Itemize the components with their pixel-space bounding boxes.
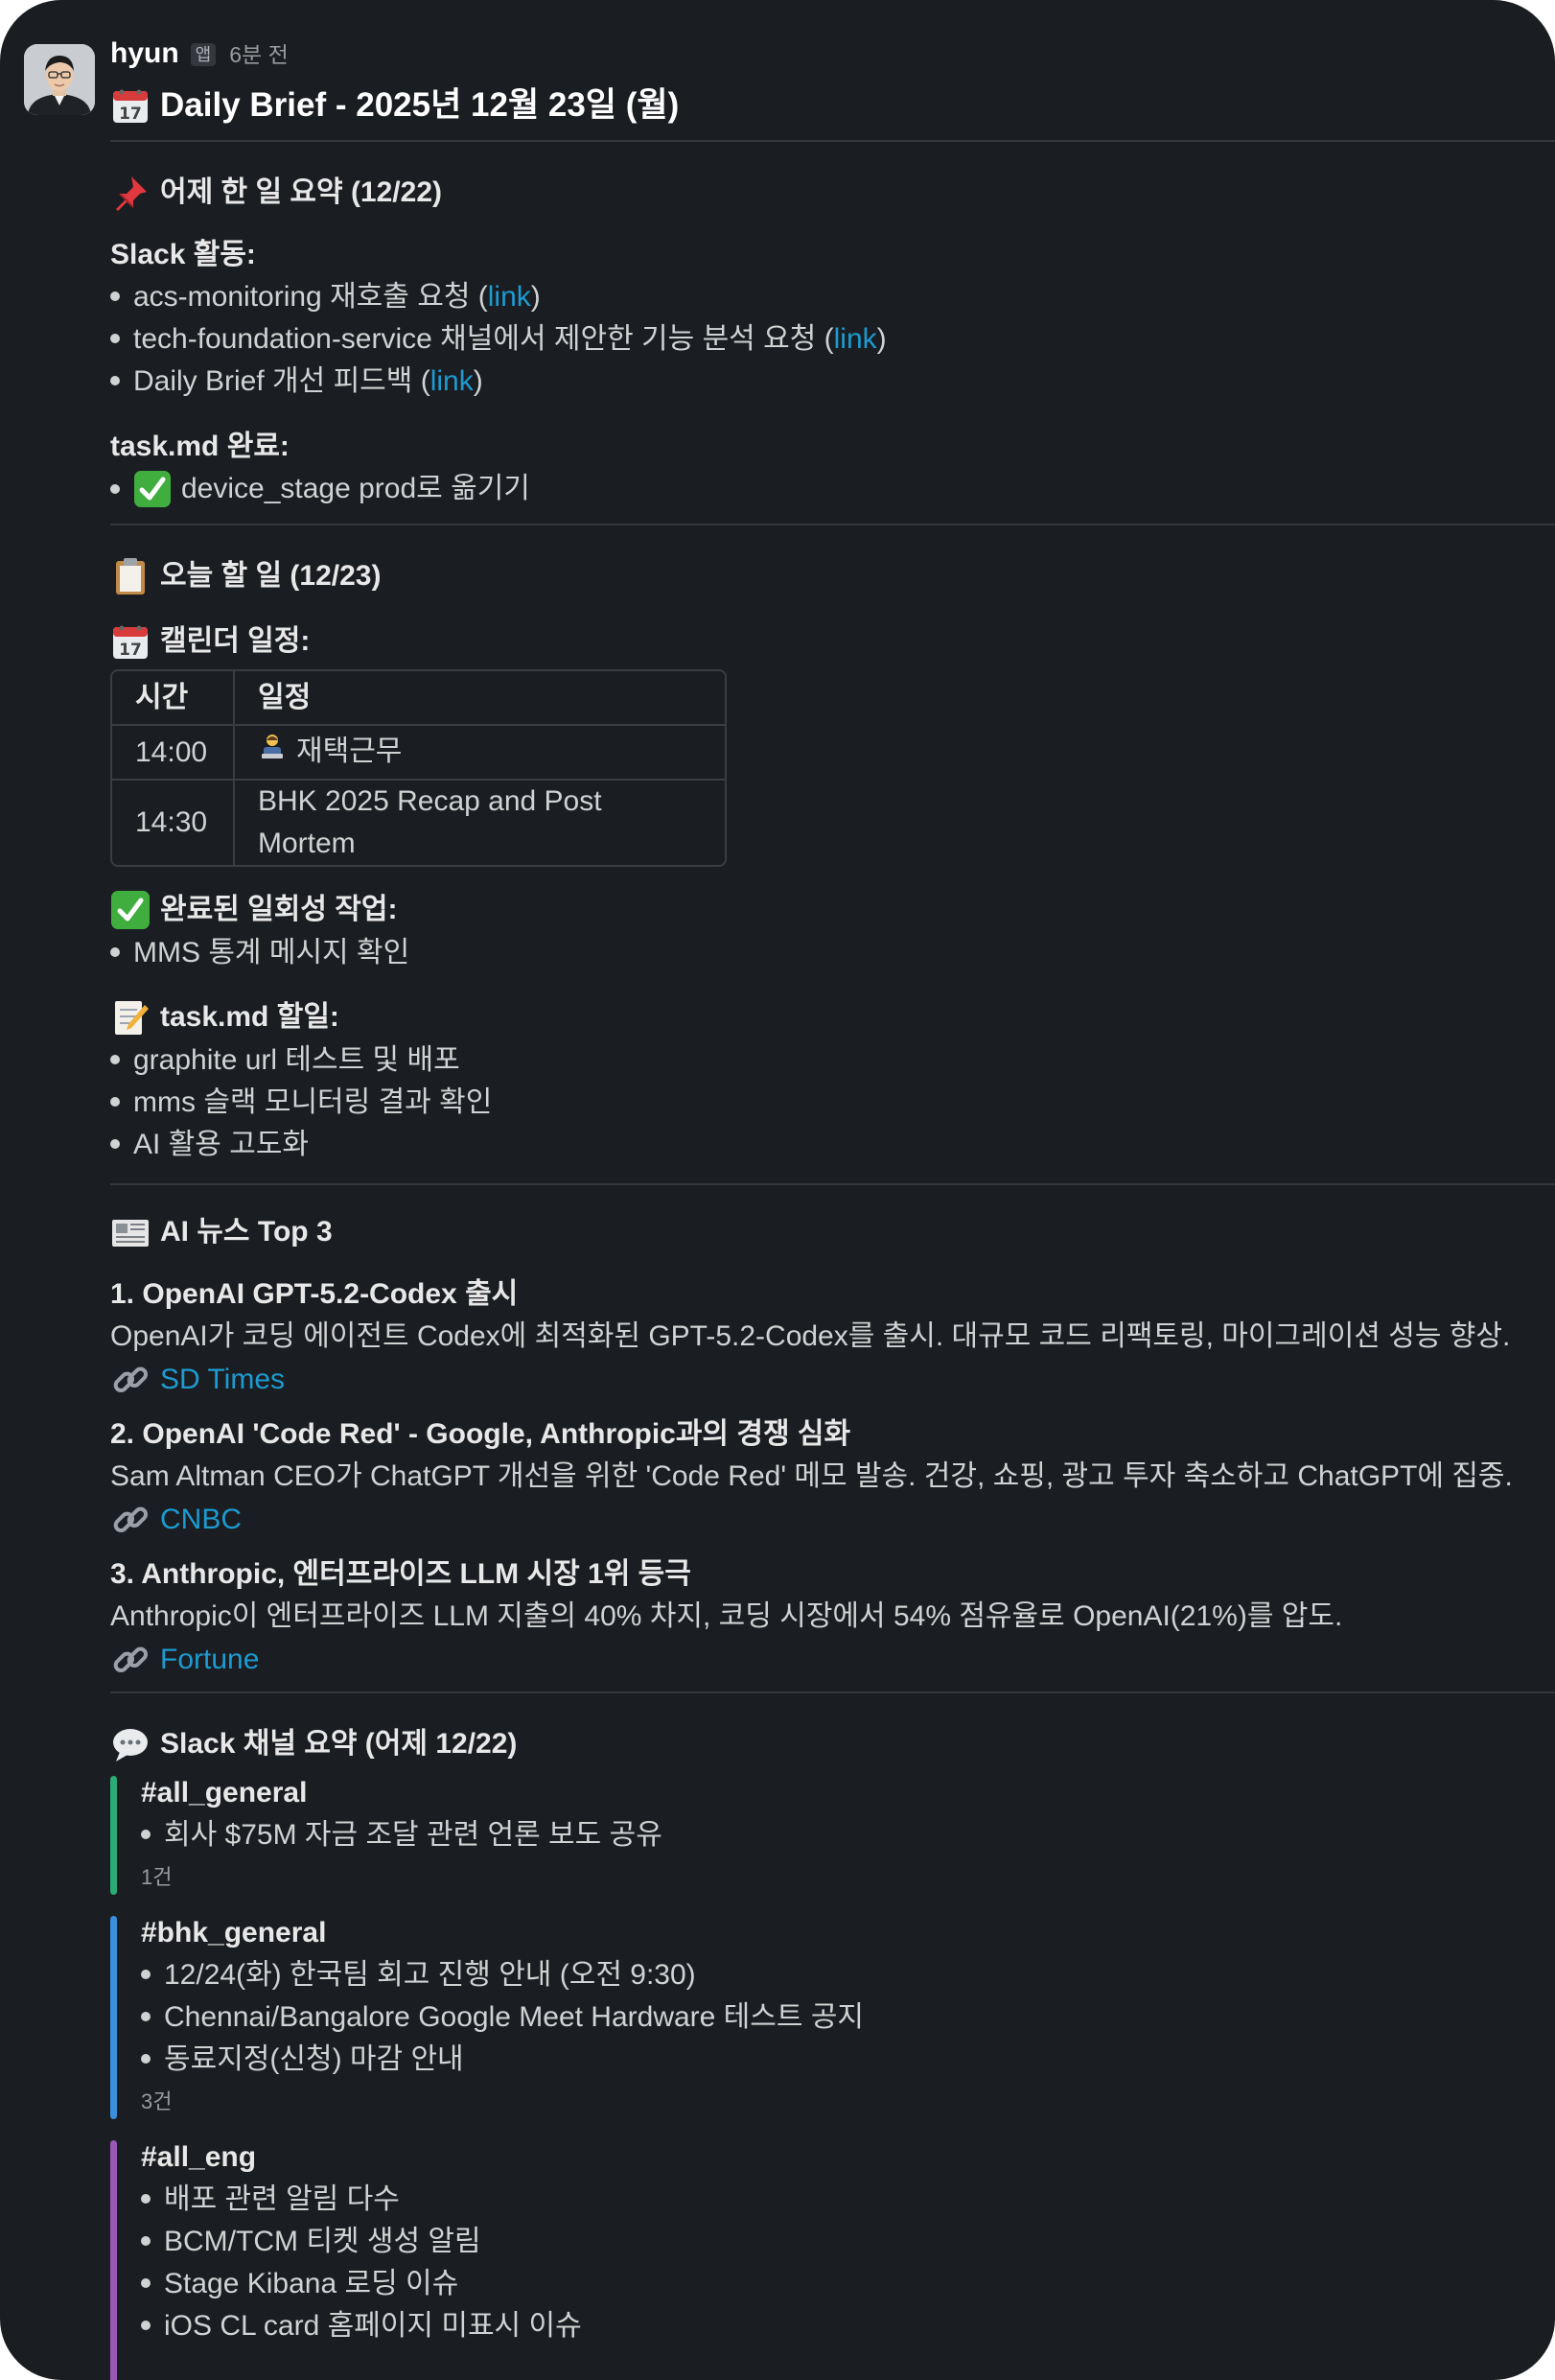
divider <box>110 1183 1555 1185</box>
task-done-label: task.md 완료: <box>110 431 290 462</box>
message-header: hyun 앱 6분 전 <box>110 33 1555 75</box>
pushpin-icon <box>116 176 147 211</box>
newspaper-icon <box>112 1220 149 1247</box>
news-source-link[interactable]: SD Times <box>160 1358 285 1402</box>
svg-text:17: 17 <box>119 105 142 124</box>
list-item: Stage Kibana 로딩 이슈 <box>141 2263 1555 2305</box>
news-summary: Sam Altman CEO가 ChatGPT 개선을 위한 'Code Red… <box>110 1460 1513 1492</box>
calendar-table: 시간 일정 14:00 재택근무 14:30 BHK 2025 Recap an… <box>110 669 727 867</box>
list-item: tech-foundation-service 채널에서 제안한 기능 분석 요… <box>110 318 1555 361</box>
channel-name[interactable]: #all_eng <box>141 2136 1555 2179</box>
news-headline: 3. Anthropic, 엔터프라이즈 LLM 시장 1위 등극 <box>110 1558 691 1590</box>
column-header: 일정 <box>235 671 725 726</box>
memo-icon <box>115 1001 149 1035</box>
channel-color-bar <box>110 1776 117 1895</box>
message-count: 3건 <box>141 2089 173 2113</box>
check-mark-icon <box>111 891 150 929</box>
author-name[interactable]: hyun <box>110 33 179 75</box>
list-item: BCM/TCM 티켓 생성 알림 <box>141 2221 1555 2263</box>
message-title: 17 Daily Brief - 2025년 12월 23일 (월) <box>110 82 1555 128</box>
column-header: 시간 <box>112 671 235 726</box>
channel-summary: #bhk_general 12/24(화) 한국팀 회고 진행 안내 (오전 9… <box>110 1912 1555 2123</box>
list-item: graphite url 테스트 및 배포 <box>110 1039 1555 1082</box>
list-item: iOS CL card 홈페이지 미표시 이슈 <box>141 2305 1555 2347</box>
event-time: 14:00 <box>112 726 235 781</box>
channels-section: Slack 채널 요약 (어제 12/22) #all_general 회사 $… <box>110 1722 1555 2380</box>
channels-title: Slack 채널 요약 (어제 12/22) <box>110 1722 1555 1766</box>
list-item: MMS 통계 메시지 확인 <box>110 932 1555 974</box>
person-at-desk-icon <box>258 732 287 774</box>
yesterday-title-text: 어제 한 일 요약 (12/22) <box>160 176 442 208</box>
news-headline: 1. OpenAI GPT-5.2-Codex 출시 <box>110 1278 519 1310</box>
event-title: 재택근무 <box>235 726 725 781</box>
message-title-text: Daily Brief - 2025년 12월 23일 (월) <box>160 86 680 124</box>
divider <box>110 140 1555 142</box>
list-item: Chennai/Bangalore Google Meet Hardware 테… <box>141 1996 1555 2039</box>
event-title: BHK 2025 Recap and Post Mortem <box>258 785 602 859</box>
svg-text:17: 17 <box>119 641 142 660</box>
news-summary: OpenAI가 코딩 에이전트 Codex에 최적화된 GPT-5.2-Code… <box>110 1320 1511 1352</box>
activity-link[interactable]: link <box>488 281 531 313</box>
link-icon <box>113 1646 149 1673</box>
list-item: 12/24(화) 한국팀 회고 진행 안내 (오전 9:30) <box>141 1954 1555 1996</box>
news-headline: 2. OpenAI 'Code Red' - Google, Anthropic… <box>110 1418 851 1450</box>
channel-name[interactable]: #all_general <box>141 1772 1555 1814</box>
news-item: 2. OpenAI 'Code Red' - Google, Anthropic… <box>110 1413 1555 1542</box>
channel-color-bar <box>110 1916 117 2119</box>
yesterday-section: 어제 한 일 요약 (12/22) Slack 활동: acs-monitori… <box>110 171 1555 510</box>
today-title: 오늘 할 일 (12/23) <box>110 554 1555 598</box>
message-window: hyun 앱 6분 전 17 Daily Brief - 2025년 12월 2… <box>0 0 1555 2380</box>
list-item: 배포 관련 알림 다수 <box>141 2179 1555 2221</box>
list-item: 회사 $75M 자금 조달 관련 언론 보도 공유 <box>141 1814 1555 1856</box>
news-summary: Anthropic이 엔터프라이즈 LLM 지출의 40% 차지, 코딩 시장에… <box>110 1600 1343 1632</box>
event-time: 14:30 <box>112 781 235 865</box>
news-source: CNBC <box>110 1498 1555 1542</box>
list-item: device_stage prod로 옮기기 <box>110 468 1555 510</box>
todo-label: task.md 할일: <box>110 995 1555 1039</box>
list-item: AI 활용 고도화 <box>110 1124 1555 1166</box>
today-title-text: 오늘 할 일 (12/23) <box>160 560 382 592</box>
news-source-link[interactable]: CNBC <box>160 1498 242 1542</box>
calendar-icon: 17 <box>113 625 148 660</box>
news-item: 3. Anthropic, 엔터프라이즈 LLM 시장 1위 등극 Anthro… <box>110 1553 1555 1682</box>
speech-bubble-icon <box>113 1729 148 1762</box>
today-section: 오늘 할 일 (12/23) 17 캘린더 일정: 시간 일정 14:00 재택… <box>110 554 1555 1166</box>
link-icon <box>113 1366 149 1393</box>
list-item: acs-monitoring 재호출 요청 (link) <box>110 276 1555 318</box>
link-icon <box>113 1506 149 1533</box>
list-item: mms 슬랙 모니터링 결과 확인 <box>110 1082 1555 1124</box>
channel-summary: #all_general 회사 $75M 자금 조달 관련 언론 보도 공유 1… <box>110 1772 1555 1899</box>
divider <box>110 524 1555 525</box>
divider <box>110 1692 1555 1693</box>
calendar-label-text: 캘린더 일정: <box>160 625 311 657</box>
done-tasks-label: 완료된 일회성 작업: <box>110 888 1555 932</box>
table-header-row: 시간 일정 <box>112 671 725 726</box>
message-body: hyun 앱 6분 전 17 Daily Brief - 2025년 12월 2… <box>110 33 1555 2380</box>
clipboard-icon <box>116 558 145 595</box>
channel-color-bar <box>110 2140 117 2380</box>
calendar-icon: 17 <box>113 89 148 124</box>
channel-name[interactable]: #bhk_general <box>141 1912 1555 1954</box>
table-row: 14:00 재택근무 <box>112 726 725 781</box>
news-title: AI 뉴스 Top 3 <box>110 1210 1555 1254</box>
news-item: 1. OpenAI GPT-5.2-Codex 출시 OpenAI가 코딩 에이… <box>110 1273 1555 1402</box>
app-badge: 앱 <box>190 43 217 66</box>
avatar[interactable] <box>24 44 95 115</box>
timestamp[interactable]: 6분 전 <box>229 34 289 76</box>
activity-link[interactable]: link <box>430 365 474 397</box>
list-item: 동료지정(신청) 마감 안내 <box>141 2039 1555 2081</box>
news-source: SD Times <box>110 1358 1555 1402</box>
news-source-link[interactable]: Fortune <box>160 1638 259 1682</box>
table-row: 14:30 BHK 2025 Recap and Post Mortem <box>112 781 725 865</box>
list-item: Daily Brief 개선 피드백 (link) <box>110 361 1555 403</box>
slack-activity-label: Slack 활동: <box>110 239 256 270</box>
calendar-label: 17 캘린더 일정: <box>110 619 1555 664</box>
channel-summary: #all_eng 배포 관련 알림 다수 BCM/TCM 티켓 생성 알림 St… <box>110 2136 1555 2380</box>
yesterday-title: 어제 한 일 요약 (12/22) <box>110 171 1555 215</box>
news-section: AI 뉴스 Top 3 1. OpenAI GPT-5.2-Codex 출시 O… <box>110 1210 1555 1682</box>
news-source: Fortune <box>110 1638 1555 1682</box>
activity-link[interactable]: link <box>834 323 877 355</box>
check-mark-icon <box>134 471 171 507</box>
message-count: 1건 <box>141 1865 173 1889</box>
